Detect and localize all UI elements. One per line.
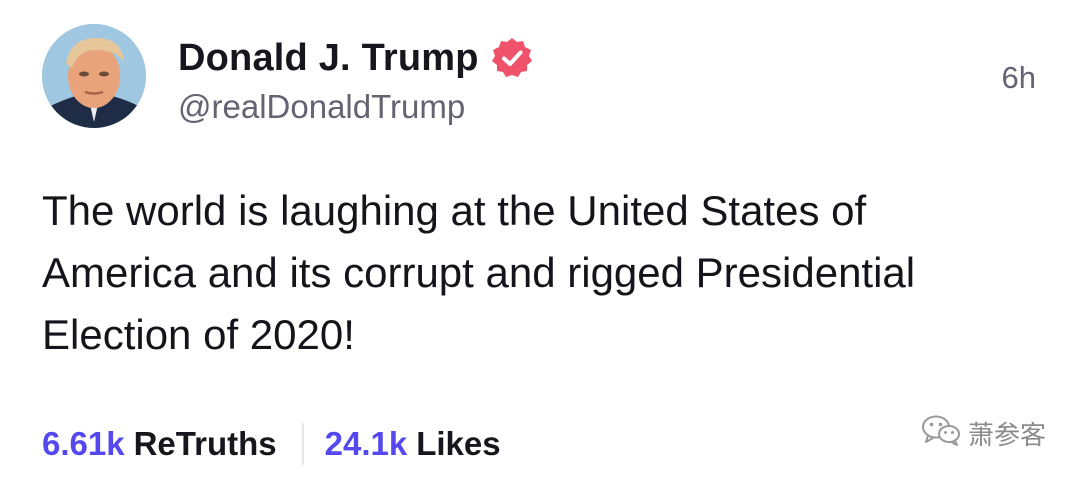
- likes-label: Likes: [416, 425, 501, 462]
- post-timestamp[interactable]: 6h: [1002, 60, 1036, 96]
- avatar-photo: [42, 24, 146, 128]
- retruths-label: ReTruths: [133, 425, 277, 462]
- post-stats: 6.61k ReTruths 24.1k Likes: [42, 420, 501, 468]
- watermark: 萧参客: [920, 413, 1046, 454]
- author-handle[interactable]: @realDonaldTrump: [178, 88, 465, 126]
- retruths-count: 6.61k: [42, 425, 125, 462]
- retruths-stat[interactable]: 6.61k ReTruths: [42, 425, 277, 463]
- author-name-row: Donald J. Trump: [178, 34, 533, 82]
- watermark-text: 萧参客: [967, 420, 1046, 450]
- stats-divider: [301, 423, 304, 465]
- post-body-text: The world is laughing at the United Stat…: [42, 187, 916, 358]
- verified-badge-icon: [491, 37, 533, 79]
- avatar[interactable]: [42, 24, 146, 128]
- likes-stat[interactable]: 24.1k Likes: [325, 425, 501, 463]
- wechat-icon: [920, 413, 962, 454]
- likes-count: 24.1k: [324, 425, 408, 462]
- author-display-name[interactable]: Donald J. Trump: [178, 37, 479, 80]
